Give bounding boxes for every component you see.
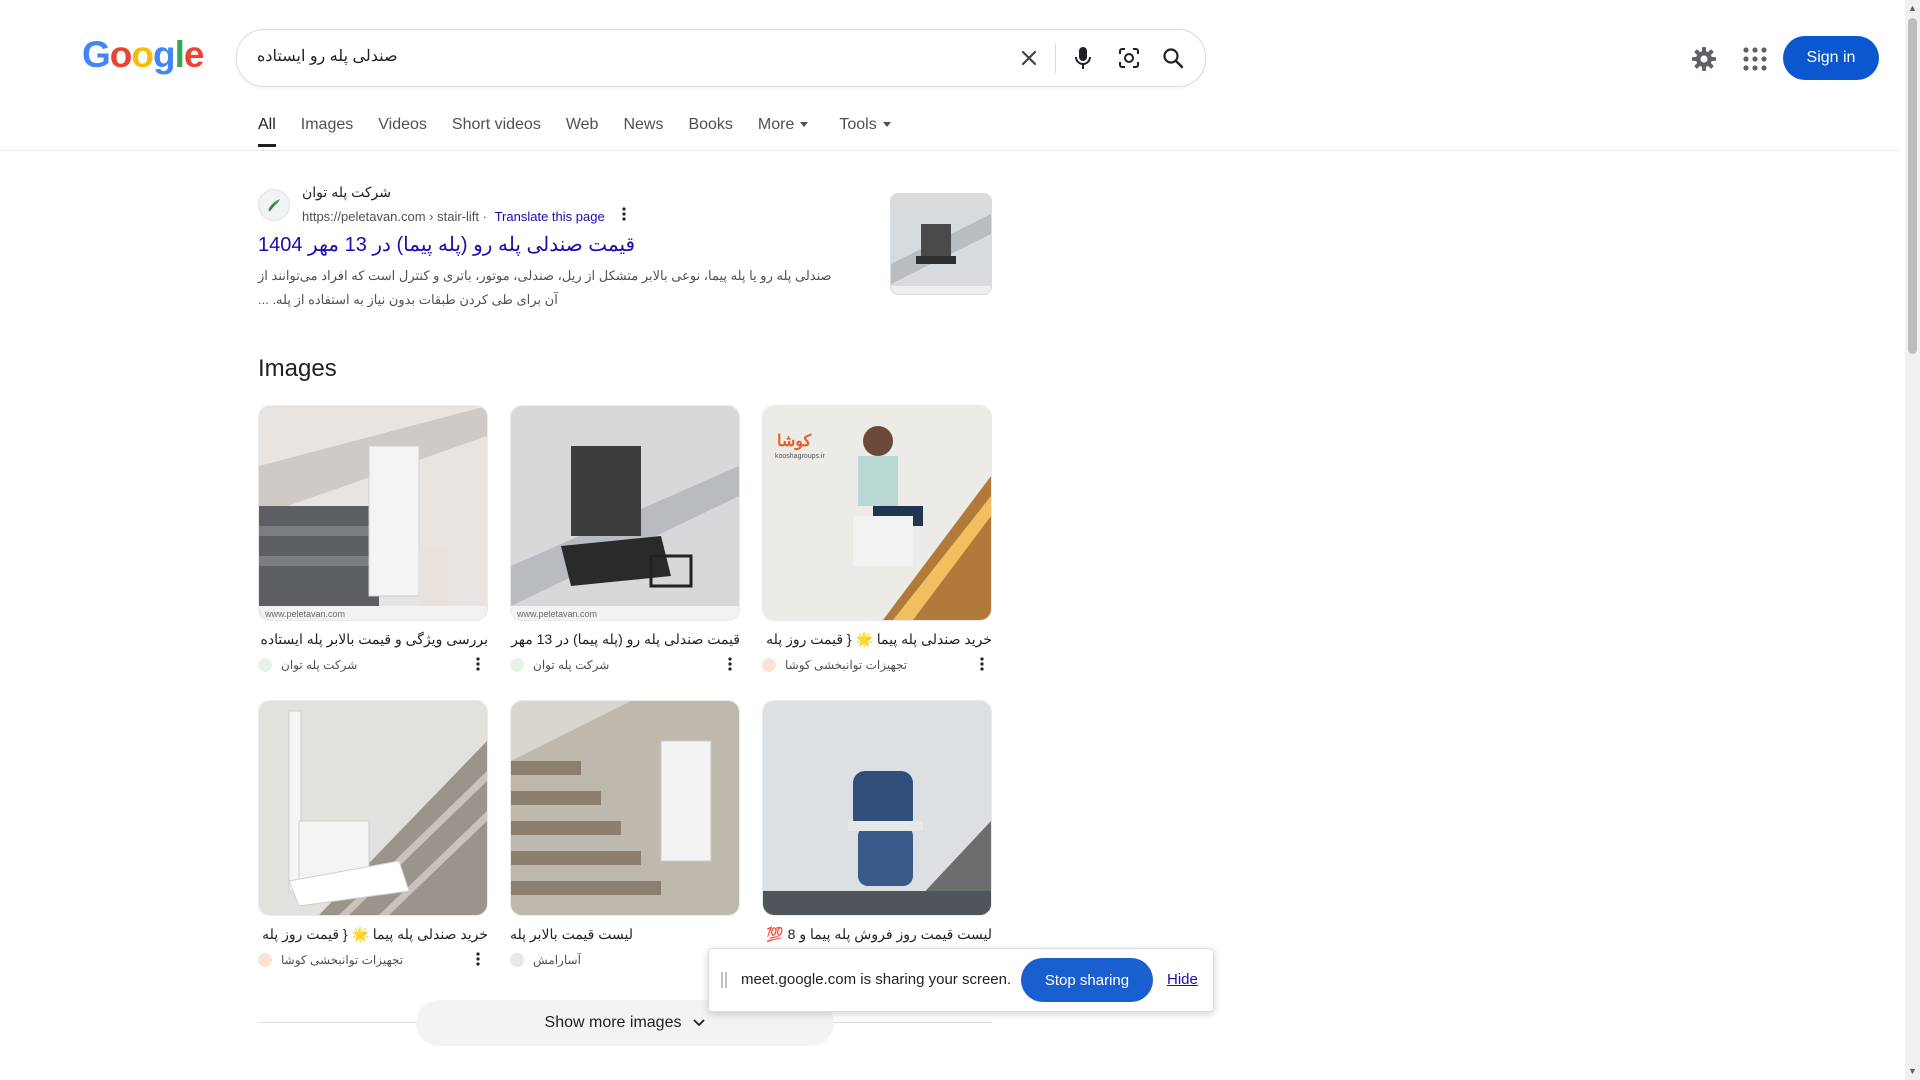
source-favicon xyxy=(510,658,524,672)
translate-link[interactable]: Translate this page xyxy=(495,209,605,224)
image-thumbnail[interactable]: www.peletavan.com xyxy=(510,405,740,621)
logo-letter-o1: o xyxy=(109,34,133,75)
image-caption[interactable]: لیست قیمت روز فروش پله پیما و 8 💯 ... xyxy=(762,926,992,944)
image-source-name: آسارامش xyxy=(533,953,581,967)
tab-videos[interactable]: Videos xyxy=(378,116,427,134)
tab-tools-label: Tools xyxy=(839,116,877,133)
image-source[interactable]: تجهیزات توانبخشی کوشا xyxy=(258,952,488,968)
more-vert-icon[interactable] xyxy=(728,657,732,674)
logo-letter-l: l xyxy=(174,34,185,75)
image-thumbnail[interactable] xyxy=(762,700,992,916)
microphone-icon[interactable] xyxy=(1069,44,1097,72)
image-source[interactable]: شرکت پله توان xyxy=(258,657,488,673)
show-more-label: Show more images xyxy=(544,1014,682,1031)
result-thumbnail[interactable] xyxy=(890,193,992,295)
image-card[interactable]: لیست قیمت بالابر پله آسارامش xyxy=(510,700,740,968)
image-card[interactable]: www.peletavan.com قیمت صندلی پله رو (پله… xyxy=(510,405,740,673)
google-logo[interactable]: Google xyxy=(82,34,205,76)
image-caption[interactable]: خرید صندلی پله پیما 🌟 { قیمت روز پله ... xyxy=(258,926,488,944)
tab-all[interactable]: All xyxy=(258,116,276,147)
tab-tools[interactable]: Tools xyxy=(839,116,891,134)
logo-letter-e: e xyxy=(183,34,205,75)
source-favicon xyxy=(510,953,524,967)
scrollbar-thumb[interactable] xyxy=(1908,18,1917,354)
image-thumbnail[interactable]: کوشا kooshagroups.ir xyxy=(762,405,992,621)
image-source-name: تجهیزات توانبخشی کوشا xyxy=(785,658,908,672)
tab-short-videos[interactable]: Short videos xyxy=(452,116,541,134)
close-icon[interactable] xyxy=(1015,44,1043,72)
image-source-name: شرکت پله توان xyxy=(281,658,358,672)
logo-letter-g2: g xyxy=(153,34,176,75)
result-site-name[interactable]: شرکت پله توان xyxy=(302,184,391,201)
image-thumbnail[interactable] xyxy=(258,700,488,916)
hide-link[interactable]: Hide xyxy=(1167,971,1198,988)
image-watermark: www.peletavan.com xyxy=(264,609,345,619)
image-logo: کوشا xyxy=(777,433,812,451)
source-favicon xyxy=(258,953,272,967)
screen-share-bar: meet.google.com is sharing your screen. … xyxy=(708,948,1214,1012)
image-thumbnail[interactable]: www.peletavan.com xyxy=(258,405,488,621)
image-watermark: kooshagroups.ir xyxy=(775,453,825,460)
image-source-name: شرکت پله توان xyxy=(533,658,610,672)
tab-more-label: More xyxy=(757,116,795,133)
more-vert-icon[interactable] xyxy=(622,207,626,224)
chevron-down-icon xyxy=(693,1014,706,1032)
image-card[interactable]: www.peletavan.com بررسی ویژگی و قیمت بال… xyxy=(258,405,488,673)
search-input[interactable]: صندلی پله رو ایستاده xyxy=(257,46,398,66)
image-caption[interactable]: قیمت صندلی پله رو (پله پیما) در 13 مهر .… xyxy=(510,631,740,649)
result-url[interactable]: https://peletavan.com › stair-lift xyxy=(302,209,479,224)
tab-news[interactable]: News xyxy=(623,116,663,134)
more-vert-icon[interactable] xyxy=(476,657,480,674)
image-card[interactable]: کوشا kooshagroups.ir خرید صندلی پله پیما… xyxy=(762,405,992,673)
tab-images[interactable]: Images xyxy=(301,116,353,134)
more-vert-icon[interactable] xyxy=(476,952,480,969)
image-source[interactable]: آسارامش xyxy=(510,952,740,968)
search-tabs: All Images Videos Short videos Web News … xyxy=(258,116,916,150)
logo-letter-g: G xyxy=(82,34,111,75)
share-message: meet.google.com is sharing your screen. xyxy=(741,971,1012,988)
source-favicon xyxy=(258,658,272,672)
tab-books[interactable]: Books xyxy=(688,116,732,134)
result-snippet: صندلی پله رو یا پله پیما، نوعی بالابر مت… xyxy=(258,268,832,307)
image-caption[interactable]: بررسی ویژگی و قیمت بالابر پله ایستاده - … xyxy=(258,631,488,649)
images-heading: Images xyxy=(258,355,337,382)
gear-icon[interactable] xyxy=(1689,44,1719,74)
tabs-divider xyxy=(0,150,1900,151)
image-card[interactable]: لیست قیمت روز فروش پله پیما و 8 💯 ... xyxy=(762,700,992,944)
search-divider xyxy=(1055,43,1056,73)
image-source-name: تجهیزات توانبخشی کوشا xyxy=(281,953,404,967)
search-box[interactable]: صندلی پله رو ایستاده xyxy=(236,29,1206,87)
tab-more[interactable]: More xyxy=(757,116,809,134)
result-url-line: https://peletavan.com › stair-lift · Tra… xyxy=(302,207,626,224)
image-card[interactable]: خرید صندلی پله پیما 🌟 { قیمت روز پله ...… xyxy=(258,700,488,968)
apps-grid-icon[interactable] xyxy=(1741,45,1769,73)
tab-web[interactable]: Web xyxy=(566,116,599,134)
site-favicon[interactable] xyxy=(258,189,290,221)
more-vert-icon[interactable] xyxy=(980,657,984,674)
camera-lens-icon[interactable] xyxy=(1115,44,1143,72)
image-thumbnail[interactable] xyxy=(510,700,740,916)
logo-letter-o2: o xyxy=(131,34,154,75)
result-title[interactable]: قیمت صندلی پله رو (پله پیما) در 13 مهر 1… xyxy=(258,232,635,257)
source-favicon xyxy=(762,658,776,672)
scroll-up-icon[interactable]: ▲ xyxy=(1907,3,1918,13)
image-caption[interactable]: لیست قیمت بالابر پله xyxy=(510,926,740,944)
sign-in-button[interactable]: Sign in xyxy=(1783,36,1879,80)
chevron-down-icon xyxy=(800,122,809,128)
drag-handle-icon[interactable] xyxy=(721,972,727,988)
image-watermark: www.peletavan.com xyxy=(516,609,597,619)
chevron-down-icon xyxy=(882,122,891,128)
image-source[interactable]: شرکت پله توان xyxy=(510,657,740,673)
stop-sharing-button[interactable]: Stop sharing xyxy=(1021,958,1153,1002)
image-source[interactable]: تجهیزات توانبخشی کوشا xyxy=(762,657,992,673)
search-icon[interactable] xyxy=(1159,44,1187,72)
scroll-down-icon[interactable]: ▼ xyxy=(1907,1066,1918,1076)
image-caption[interactable]: خرید صندلی پله پیما 🌟 { قیمت روز پله ... xyxy=(762,631,992,649)
